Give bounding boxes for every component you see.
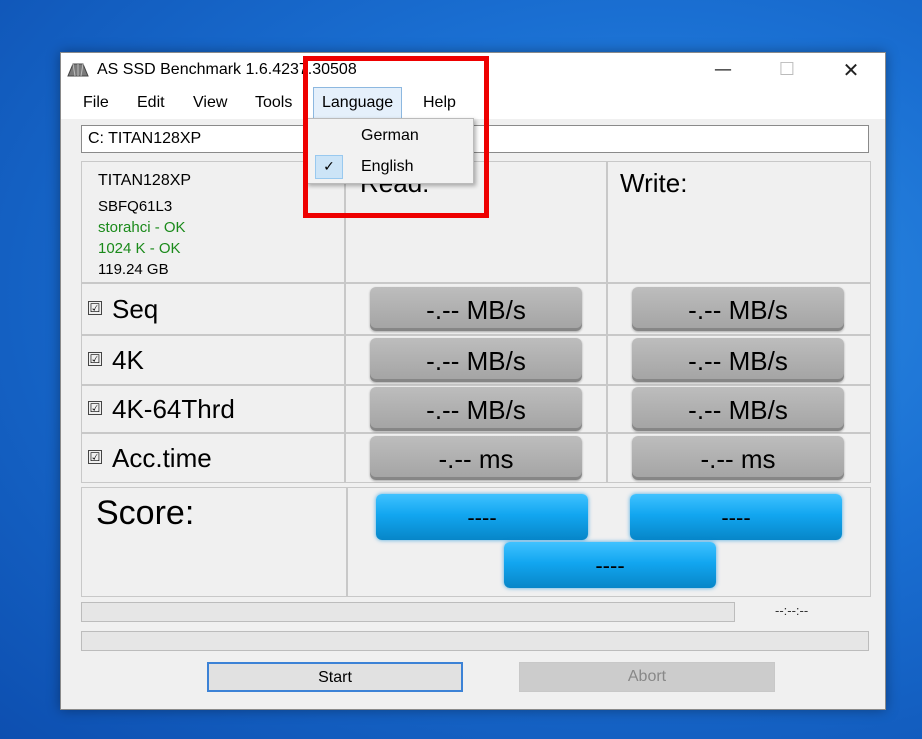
score-label-cell: Score: bbox=[81, 487, 347, 597]
score-read: ---- bbox=[376, 494, 588, 540]
elapsed-time: --:--:-- bbox=[775, 603, 809, 618]
menu-file[interactable]: File bbox=[75, 87, 117, 119]
4k-checkbox-label[interactable]: ☑ 4K bbox=[88, 345, 144, 376]
4k64-write-cell: -.-- MB/s bbox=[607, 385, 871, 433]
4k64-checkbox-label[interactable]: ☑ 4K-64Thrd bbox=[88, 394, 235, 425]
test-row-acc-time[interactable]: ☑ Acc.time bbox=[81, 433, 345, 483]
4k-checkbox[interactable]: ☑ bbox=[88, 352, 102, 367]
4k-write-cell: -.-- MB/s bbox=[607, 335, 871, 385]
seq-checkbox-label[interactable]: ☑ Seq bbox=[88, 294, 158, 325]
drive-size: 119.24 GB bbox=[98, 261, 169, 278]
red-highlight-box bbox=[303, 56, 489, 218]
maximize-button[interactable]: ☐ bbox=[757, 53, 817, 87]
start-button[interactable]: Start bbox=[207, 662, 463, 692]
benchmark-grid: TITAN128XP SBFQ61L3 storahci - OK 1024 K… bbox=[81, 161, 871, 597]
score-write: ---- bbox=[630, 494, 842, 540]
4k-write-result: -.-- MB/s bbox=[632, 338, 844, 382]
acctime-read-cell: -.-- ms bbox=[345, 433, 607, 483]
overall-progress-bar bbox=[81, 631, 869, 651]
score-total: ---- bbox=[504, 542, 716, 588]
4k64-read-cell: -.-- MB/s bbox=[345, 385, 607, 433]
benchmark-progress-bar bbox=[81, 602, 735, 622]
seq-write-result: -.-- MB/s bbox=[632, 287, 844, 331]
drive-model: TITAN128XP bbox=[98, 172, 192, 189]
test-row-4k[interactable]: ☑ 4K bbox=[81, 335, 345, 385]
seq-label: Seq bbox=[112, 294, 159, 324]
acctime-checkbox[interactable]: ☑ bbox=[88, 450, 102, 465]
4k-read-cell: -.-- MB/s bbox=[345, 335, 607, 385]
seq-checkbox[interactable]: ☑ bbox=[88, 301, 102, 316]
alignment-status: 1024 K - OK bbox=[98, 240, 181, 257]
acctime-checkbox-label[interactable]: ☑ Acc.time bbox=[88, 443, 212, 474]
4k64-write-result: -.-- MB/s bbox=[632, 387, 844, 431]
4k64-read-result: -.-- MB/s bbox=[370, 387, 582, 431]
driver-status: storahci - OK bbox=[98, 219, 186, 236]
4k-label: 4K bbox=[112, 345, 144, 375]
abort-button[interactable]: Abort bbox=[519, 662, 775, 692]
test-row-4k-64thrd[interactable]: ☑ 4K-64Thrd bbox=[81, 385, 345, 433]
menu-tools[interactable]: Tools bbox=[247, 87, 300, 119]
4k-read-result: -.-- MB/s bbox=[370, 338, 582, 382]
drive-select-value: C: TITAN128XP bbox=[88, 130, 202, 147]
score-title: Score: bbox=[96, 494, 195, 532]
acctime-read-result: -.-- ms bbox=[370, 436, 582, 480]
menu-edit[interactable]: Edit bbox=[129, 87, 173, 119]
seq-read-cell: -.-- MB/s bbox=[345, 283, 607, 335]
acctime-write-cell: -.-- ms bbox=[607, 433, 871, 483]
acctime-write-result: -.-- ms bbox=[632, 436, 844, 480]
drive-firmware: SBFQ61L3 bbox=[98, 198, 173, 215]
4k64-label: 4K-64Thrd bbox=[112, 394, 235, 424]
close-button[interactable]: ✕ bbox=[821, 53, 881, 87]
seq-read-result: -.-- MB/s bbox=[370, 287, 582, 331]
4k64-checkbox[interactable]: ☑ bbox=[88, 401, 102, 416]
test-row-seq[interactable]: ☑ Seq bbox=[81, 283, 345, 335]
app-ssd-icon bbox=[67, 63, 89, 77]
acctime-label: Acc.time bbox=[112, 443, 212, 473]
write-header-cell: Write: bbox=[607, 161, 871, 283]
menu-view[interactable]: View bbox=[185, 87, 235, 119]
seq-write-cell: -.-- MB/s bbox=[607, 283, 871, 335]
write-column-header: Write: bbox=[620, 168, 688, 198]
minimize-button[interactable]: — bbox=[693, 53, 753, 87]
score-values-cell: ---- ---- ---- bbox=[347, 487, 871, 597]
